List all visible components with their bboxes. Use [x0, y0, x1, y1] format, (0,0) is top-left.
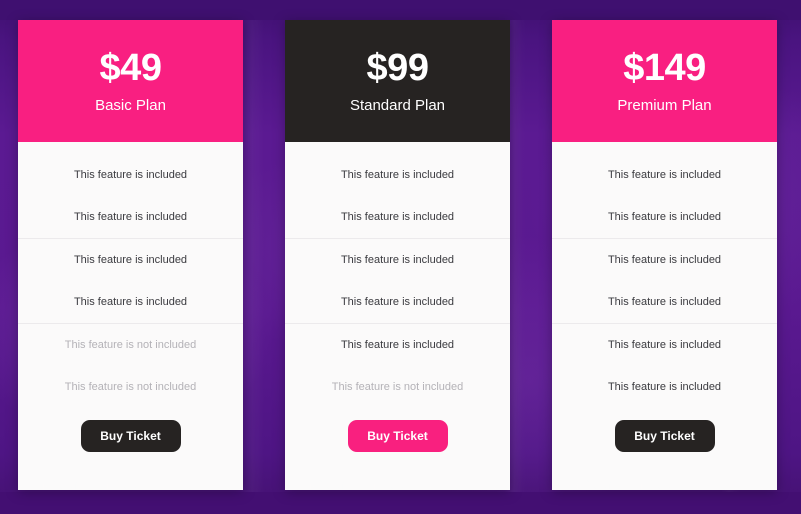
plan-price: $99	[366, 47, 429, 89]
torn-edge-decoration	[285, 476, 510, 490]
buy-button-container: Buy Ticket	[18, 408, 243, 476]
buy-button-container: Buy Ticket	[552, 408, 777, 476]
feature-row: This feature is included	[73, 169, 188, 181]
feature-list: This feature is included This feature is …	[285, 142, 510, 408]
buy-ticket-button[interactable]: Buy Ticket	[347, 420, 448, 452]
buy-button-container: Buy Ticket	[285, 408, 510, 476]
pricing-card-header: $49 Basic Plan	[18, 20, 243, 142]
feature-row: This feature is included	[607, 339, 722, 351]
feature-row: This feature is included	[340, 169, 455, 181]
torn-edge-decoration	[552, 476, 777, 490]
feature-row: This feature is included	[340, 339, 455, 351]
plan-price: $149	[623, 47, 706, 89]
feature-row: This feature is included	[552, 196, 777, 239]
feature-row: This feature is included	[552, 281, 777, 324]
plan-name: Premium Plan	[617, 97, 712, 114]
plan-name: Standard Plan	[349, 97, 446, 114]
buy-ticket-button[interactable]: Buy Ticket	[614, 420, 715, 452]
feature-row: This feature is included	[340, 254, 455, 266]
feature-row: This feature is included	[18, 196, 243, 239]
feature-row: This feature is not included	[64, 381, 197, 393]
buy-ticket-button[interactable]: Buy Ticket	[80, 420, 181, 452]
feature-row: This feature is included	[285, 196, 510, 239]
feature-list: This feature is included This feature is …	[18, 142, 243, 408]
feature-row: This feature is not included	[331, 381, 464, 393]
plan-price: $49	[99, 47, 162, 89]
pricing-card-list: $49 Basic Plan This feature is included Thi…	[0, 0, 801, 514]
pricing-card: $99 Standard Plan This feature is included…	[285, 20, 510, 490]
feature-row: This feature is included	[73, 254, 188, 266]
pricing-card-header: $149 Premium Plan	[552, 20, 777, 142]
feature-list: This feature is included This feature is …	[552, 142, 777, 408]
feature-row: This feature is included	[607, 169, 722, 181]
plan-name: Basic Plan	[95, 97, 166, 114]
pricing-card-header: $99 Standard Plan	[285, 20, 510, 142]
feature-row: This feature is included	[18, 281, 243, 324]
feature-row: This feature is not included	[64, 339, 197, 351]
pricing-page: $49 Basic Plan This feature is included Thi…	[0, 0, 801, 514]
feature-row: This feature is included	[607, 254, 722, 266]
pricing-card: $49 Basic Plan This feature is included Thi…	[18, 20, 243, 490]
pricing-card: $149 Premium Plan This feature is included…	[552, 20, 777, 490]
feature-row: This feature is included	[607, 381, 722, 393]
torn-edge-decoration	[18, 476, 243, 490]
feature-row: This feature is included	[285, 281, 510, 324]
